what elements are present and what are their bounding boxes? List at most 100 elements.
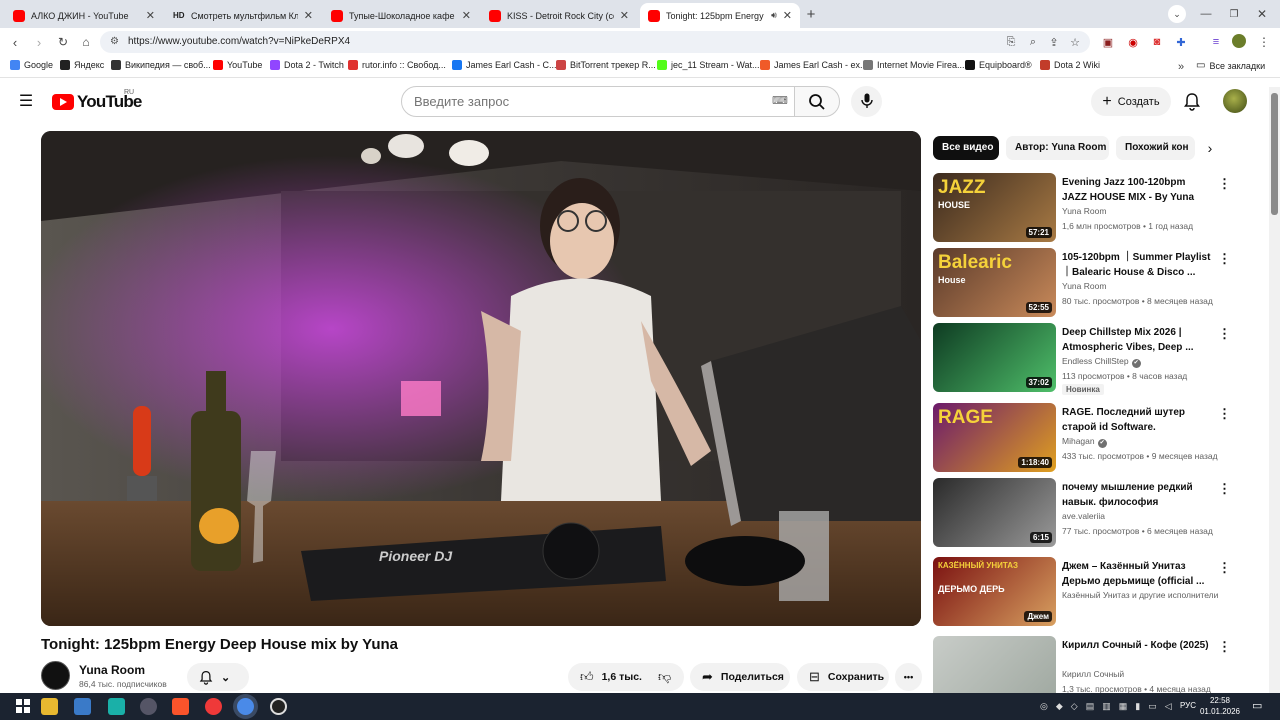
zoom-icon[interactable]: ⌕ [1025, 34, 1041, 50]
network-icon[interactable]: ▭ [1148, 701, 1157, 712]
tab-audio-icon[interactable]: 🔊︎ [771, 10, 777, 21]
filter-chip[interactable]: Похожий кон [1116, 136, 1195, 160]
video-options-icon[interactable]: ⋮ [1218, 176, 1231, 192]
active-browser-icon[interactable] [237, 698, 254, 715]
like-button[interactable]: 👍︎ 1,6 тыс. [568, 663, 648, 691]
related-video-title[interactable]: почему мышление редкий навык. философия … [1062, 480, 1212, 510]
back-icon[interactable]: ‹ [7, 34, 23, 50]
bookmark-item[interactable]: Dota 2 Wiki [1040, 60, 1100, 70]
more-actions-button[interactable]: ••• [895, 663, 922, 691]
related-channel-name[interactable]: Endless ChillStep [1062, 356, 1129, 366]
related-video-title[interactable]: Кирилл Сочный - Кофе (2025) [1062, 638, 1212, 653]
subscription-bell-button[interactable]: ⌄ [187, 663, 249, 691]
browser-menu-icon[interactable]: ⋮ [1256, 34, 1272, 50]
bookmark-item[interactable]: Dota 2 - Twitch [270, 60, 344, 70]
hamburger-menu-icon[interactable]: ☰ [18, 93, 34, 110]
account-avatar[interactable] [1223, 89, 1247, 113]
related-video-item[interactable]: КАЗЁННЫЙ УНИТАЗ ДЕРЬМО ДЕРЬ Джем Джем – Каз… [933, 557, 1233, 629]
install-icon[interactable]: ⎘ [1003, 34, 1019, 50]
related-video-title[interactable]: Evening Jazz 100-120bpm JAZZ HOUSE MIX -… [1062, 175, 1212, 205]
share-icon[interactable]: ⇪ [1046, 34, 1062, 50]
video-thumbnail[interactable]: RAGE 1:18:40 [933, 403, 1056, 472]
video-options-icon[interactable]: ⋮ [1218, 326, 1231, 342]
video-thumbnail[interactable]: JAZZ HOUSE 57:21 [933, 173, 1056, 242]
filter-chip[interactable]: Автор: Yuna Room [1006, 136, 1109, 160]
chips-next-icon[interactable]: › [1202, 140, 1218, 156]
tab-close-icon[interactable]: ✕ [783, 9, 792, 22]
browser-tab[interactable]: Tonight: 125bpm Energy D 🔊︎ ✕ [640, 3, 800, 28]
bookmark-item[interactable]: Яндекс [60, 60, 104, 70]
extensions-puzzle-icon[interactable]: ✚ [1173, 34, 1189, 50]
brave-browser-icon[interactable] [172, 698, 189, 715]
create-button[interactable]: + Создать [1091, 87, 1171, 116]
bookmark-star-icon[interactable]: ☆ [1067, 34, 1083, 50]
related-channel-name[interactable]: Mihagan [1062, 436, 1095, 446]
video-options-icon[interactable]: ⋮ [1218, 406, 1231, 422]
app-icon-1[interactable] [74, 698, 91, 715]
steam-icon[interactable] [270, 698, 287, 715]
share-button[interactable]: ➦ Поделиться [690, 663, 790, 691]
bookmarks-overflow-icon[interactable]: » [1173, 59, 1189, 75]
system-tray[interactable]: ◎ ◆ ◇ ▤ ▥ ▦ ▮ ▭ ◁ [1040, 701, 1172, 712]
related-channel-name[interactable]: Казённый Унитаз и другие исполнители [1062, 590, 1218, 600]
related-video-item[interactable]: RAGE 1:18:40 RAGE. Последний шутер старой … [933, 403, 1233, 475]
video-thumbnail[interactable]: 37:02 [933, 323, 1056, 392]
extension-icon-2[interactable]: ◉ [1125, 34, 1141, 50]
scrollbar-thumb[interactable] [1271, 93, 1278, 215]
tab-close-icon[interactable]: ✕ [304, 9, 313, 22]
extension-icon-1[interactable]: ▣ [1100, 34, 1116, 50]
tray-icon-2[interactable]: ◆ [1056, 701, 1063, 712]
home-icon[interactable]: ⌂ [78, 34, 94, 50]
bookmark-item[interactable]: James Earl Cash - ex... [760, 60, 868, 70]
video-options-icon[interactable]: ⋮ [1218, 560, 1231, 576]
notifications-icon[interactable]: ▭ [1252, 699, 1262, 712]
clock[interactable]: 22:58 01.01.2026 [1198, 695, 1242, 717]
tray-icon-3[interactable]: ◇ [1071, 701, 1078, 712]
related-channel-name[interactable]: Yuna Room [1062, 206, 1106, 216]
keyboard-icon[interactable]: ⌨ [772, 87, 788, 116]
tab-close-icon[interactable]: ✕ [146, 9, 155, 22]
bookmark-item[interactable]: rutor.info :: Свобод... [348, 60, 446, 70]
related-video-item[interactable]: Balearic House 52:55 105-120bpm ｜Summer Pla… [933, 248, 1233, 320]
minimize-icon[interactable]: — [1198, 6, 1214, 22]
bookmark-item[interactable]: James Earl Cash - C... [452, 60, 557, 70]
bookmark-item[interactable]: Equipboard® [965, 60, 1032, 70]
tray-icon-6[interactable]: ▦ [1119, 701, 1128, 712]
tab-close-icon[interactable]: ✕ [462, 9, 471, 22]
bookmark-item[interactable]: jec_11 Stream - Wat... [657, 60, 760, 70]
volume-icon[interactable]: ◁ [1165, 701, 1172, 712]
search-button[interactable] [794, 86, 840, 117]
tab-search-icon[interactable]: ⌄ [1168, 5, 1186, 23]
tab-close-icon[interactable]: ✕ [620, 9, 629, 22]
keyboard-language[interactable]: РУС [1180, 701, 1196, 710]
bookmark-item[interactable]: Википедия — своб... [111, 60, 211, 70]
related-video-item[interactable]: JAZZ HOUSE 57:21 Evening Jazz 100-120bpm JA… [933, 173, 1233, 245]
extension-icon-3[interactable]: ◙ [1149, 34, 1165, 50]
bookmark-item[interactable]: Internet Movie Firea... [863, 60, 965, 70]
video-thumbnail[interactable]: КАЗЁННЫЙ УНИТАЗ ДЕРЬМО ДЕРЬ Джем [933, 557, 1056, 626]
profile-avatar-icon[interactable] [1232, 34, 1246, 48]
new-tab-button[interactable]: + [803, 6, 819, 23]
related-video-title[interactable]: 105-120bpm ｜Summer Playlist ｜Balearic Ho… [1062, 250, 1212, 280]
related-channel-name[interactable]: Yuna Room [1062, 281, 1106, 291]
video-options-icon[interactable]: ⋮ [1218, 251, 1231, 267]
address-bar[interactable]: ⚙ https://www.youtube.com/watch?v=NiPkeD… [100, 31, 1090, 53]
bookmark-item[interactable]: YouTube [213, 60, 262, 70]
related-channel-name[interactable]: ave.valeriia [1062, 511, 1105, 521]
site-info-icon[interactable]: ⚙ [110, 31, 119, 53]
browser-tab[interactable]: HD Смотреть мультфильм Клаус о ✕ [165, 3, 321, 28]
app-icon-3[interactable] [140, 698, 157, 715]
video-options-icon[interactable]: ⋮ [1218, 481, 1231, 497]
vivaldi-browser-icon[interactable] [205, 698, 222, 715]
tray-icon-1[interactable]: ◎ [1040, 701, 1048, 712]
related-channel-name[interactable]: Кирилл Сочный [1062, 669, 1124, 679]
restore-icon[interactable]: ❐ [1226, 6, 1242, 22]
media-icon[interactable]: ≡ [1208, 34, 1224, 50]
tray-icon-4[interactable]: ▤ [1086, 701, 1095, 712]
browser-tab[interactable]: АЛКО ДЖИН - YouTube ✕ [5, 3, 163, 28]
app-icon-2[interactable] [108, 698, 125, 715]
file-explorer-icon[interactable] [41, 698, 58, 715]
close-window-icon[interactable]: ✕ [1254, 6, 1270, 22]
search-input[interactable]: Введите запрос ⌨ [401, 86, 795, 117]
video-player[interactable]: Pioneer DJ [41, 131, 921, 626]
